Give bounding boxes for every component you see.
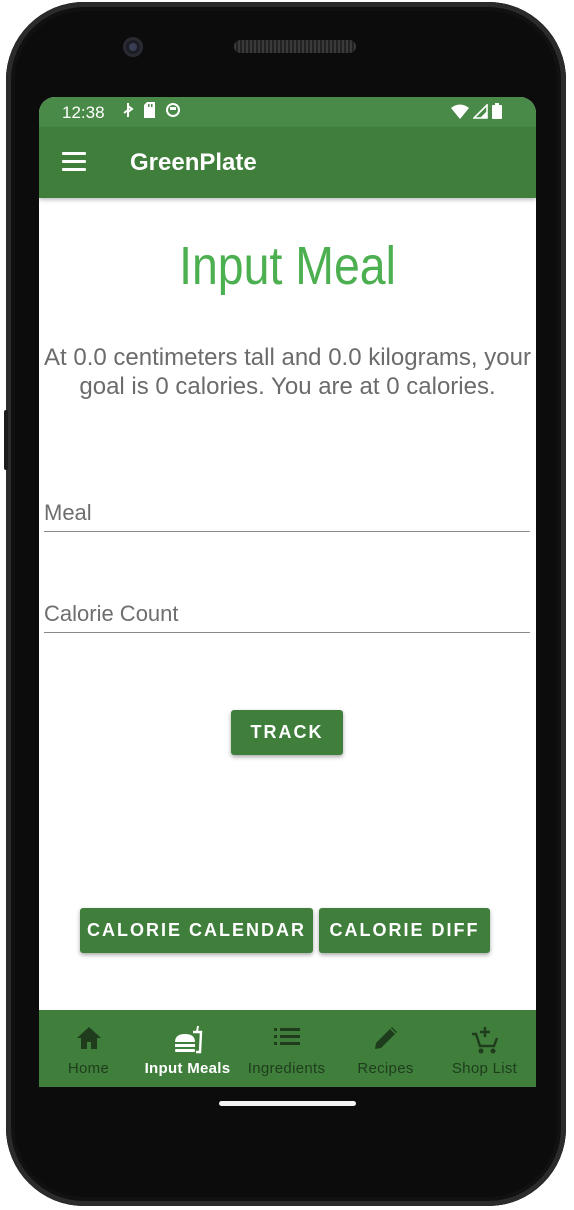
status-system-icons (451, 103, 502, 119)
app-bar: GreenPlate (39, 127, 536, 198)
menu-icon[interactable] (62, 152, 86, 172)
nav-label-home: Home (67, 1060, 110, 1077)
calorie-diff-button[interactable]: CALORIE DIFF (319, 908, 490, 953)
nav-item-recipes[interactable]: Recipes (336, 1010, 435, 1087)
nav-label-recipes: Recipes (357, 1060, 414, 1077)
battery-icon (492, 103, 502, 119)
device-screen: 12:38 GreenPlate Input Meal At 0.0 centi… (39, 97, 536, 1087)
status-time: 12:38 (62, 103, 105, 122)
signal-icon (473, 103, 488, 119)
sd-card-icon (144, 102, 155, 118)
sync-icon (166, 103, 180, 117)
add-cart-icon (471, 1027, 498, 1054)
calorie-count-input[interactable] (44, 596, 530, 633)
nav-item-ingredients[interactable]: Ingredients (237, 1010, 336, 1087)
nav-item-home[interactable]: Home (39, 1010, 138, 1087)
front-camera (123, 37, 143, 57)
calorie-calendar-button[interactable]: CALORIE CALENDAR (80, 908, 313, 953)
status-notification-icons (122, 102, 181, 118)
nav-label-shop-list: Shop List (451, 1060, 518, 1077)
home-gesture-bar[interactable] (219, 1101, 356, 1106)
page-title: Input Meal (179, 236, 396, 296)
status-bar: 12:38 (39, 97, 536, 127)
usb-debug-icon (123, 103, 134, 117)
list-icon (273, 1028, 300, 1045)
nav-label-input-meals: Input Meals (144, 1060, 231, 1077)
track-button[interactable]: TRACK (231, 710, 343, 755)
wifi-icon (451, 104, 469, 119)
earpiece-speaker (234, 40, 356, 53)
nav-item-input-meals[interactable]: Input Meals (138, 1010, 237, 1087)
app-title: GreenPlate (130, 149, 257, 176)
home-icon (76, 1027, 101, 1049)
meal-input[interactable] (44, 495, 530, 532)
calorie-goal-text: At 0.0 centimeters tall and 0.0 kilogram… (44, 344, 531, 400)
nav-item-shop-list[interactable]: Shop List (435, 1010, 534, 1087)
pencil-icon (374, 1027, 397, 1049)
fastfood-icon (174, 1026, 202, 1054)
nav-label-ingredients: Ingredients (247, 1060, 326, 1077)
bottom-navigation: Home Input Meals Ingredients Recipes Sho… (39, 1010, 536, 1087)
volume-button (4, 410, 8, 470)
